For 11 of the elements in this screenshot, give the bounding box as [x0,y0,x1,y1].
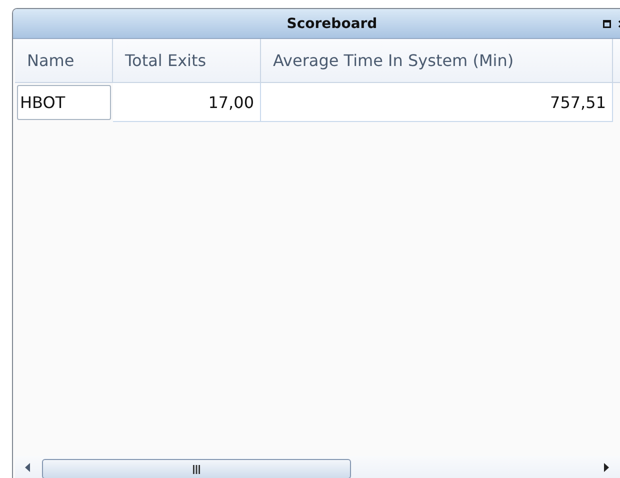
column-header[interactable]: Name [15,39,113,83]
window-title: Scoreboard [286,16,378,32]
grip-icon [193,464,200,474]
table-cell[interactable]: HBOT [17,85,111,120]
horizontal-scrollbar[interactable] [15,456,620,478]
scroll-left-icon[interactable] [25,462,30,472]
table-cell[interactable]: 757,51 [261,83,613,122]
table-cell[interactable]: 17,00 [113,83,261,122]
maximize-icon[interactable] [603,20,611,28]
scroll-thumb[interactable] [42,459,351,478]
scroll-right-icon[interactable] [604,462,609,472]
